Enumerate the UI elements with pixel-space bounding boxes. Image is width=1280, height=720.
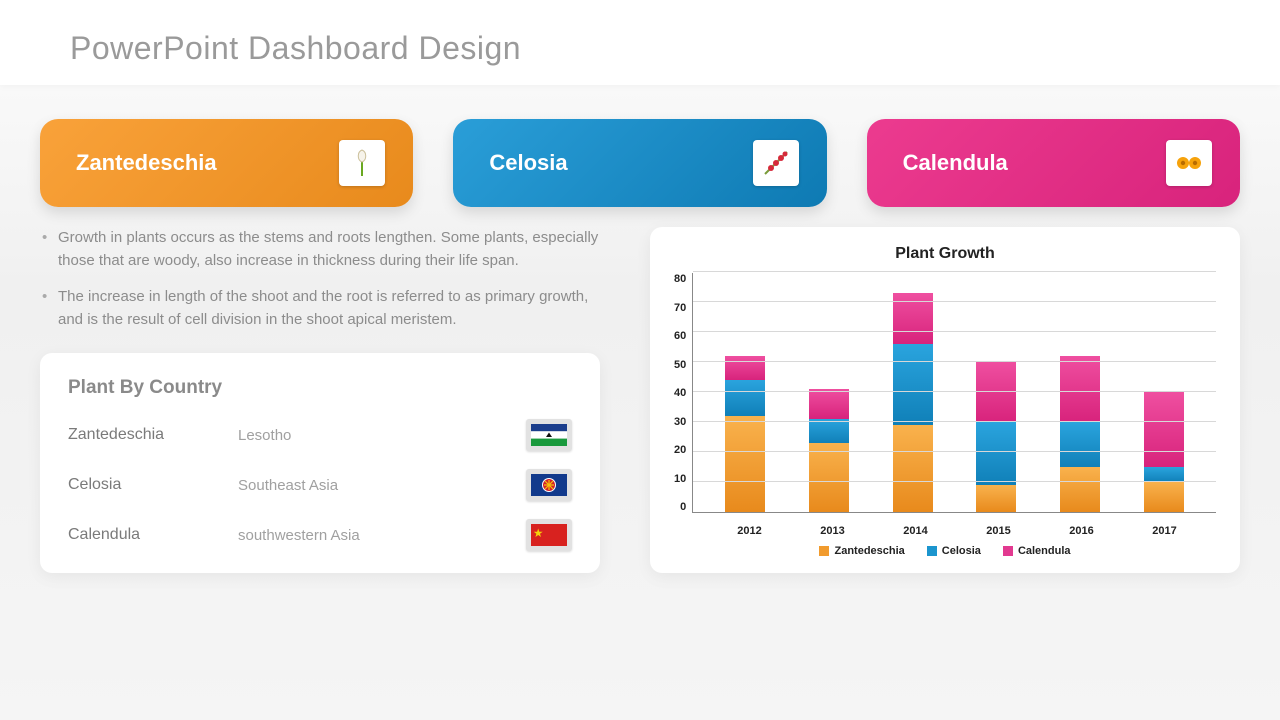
calendula-icon [1166, 140, 1212, 186]
plant-name: Celosia [68, 476, 238, 494]
bullet-item: Growth in plants occurs as the stems and… [40, 227, 600, 272]
country-name: Southeast Asia [238, 477, 526, 494]
calla-lily-icon [339, 140, 385, 186]
legend-swatch-icon [927, 546, 937, 556]
card-calendula[interactable]: Calendula [867, 119, 1240, 207]
legend-swatch-icon [819, 546, 829, 556]
chart-bars [693, 273, 1216, 512]
card-label: Zantedeschia [76, 150, 217, 176]
country-name: Lesotho [238, 427, 526, 444]
description-bullets: Growth in plants occurs as the stems and… [40, 227, 600, 331]
card-celosia[interactable]: Celosia [453, 119, 826, 207]
chart-x-axis: 201220132014201520162017 [674, 519, 1216, 537]
card-label: Celosia [489, 150, 567, 176]
bullet-item: The increase in length of the shoot and … [40, 286, 600, 331]
legend-item: Celosia [927, 545, 981, 557]
plant-name: Zantedeschia [68, 426, 238, 444]
legend-swatch-icon [1003, 546, 1013, 556]
flag-china-icon [526, 519, 572, 551]
plant-by-country-panel: Plant By Country Zantedeschia Lesotho Ce… [40, 353, 600, 573]
country-row: Zantedeschia Lesotho [68, 419, 572, 451]
chart-y-axis: 80706050403020100 [674, 273, 692, 513]
country-name: southwestern Asia [238, 527, 526, 544]
plant-name: Calendula [68, 526, 238, 544]
celosia-icon [753, 140, 799, 186]
card-label: Calendula [903, 150, 1008, 176]
flag-asean-icon [526, 469, 572, 501]
chart-title: Plant Growth [674, 245, 1216, 263]
legend-item: Calendula [1003, 545, 1071, 557]
summary-cards-row: Zantedeschia Celosia Calendula [0, 85, 1280, 207]
legend-item: Zantedeschia [819, 545, 904, 557]
country-row: Celosia Southeast Asia [68, 469, 572, 501]
page-title: PowerPoint Dashboard Design [0, 0, 1280, 85]
plant-growth-chart: Plant Growth 80706050403020100 201220132… [650, 227, 1240, 573]
chart-grid [692, 273, 1216, 513]
chart-legend: Zantedeschia Celosia Calendula [674, 545, 1216, 557]
card-zantedeschia[interactable]: Zantedeschia [40, 119, 413, 207]
panel-title: Plant By Country [68, 377, 572, 399]
flag-lesotho-icon [526, 419, 572, 451]
country-row: Calendula southwestern Asia [68, 519, 572, 551]
